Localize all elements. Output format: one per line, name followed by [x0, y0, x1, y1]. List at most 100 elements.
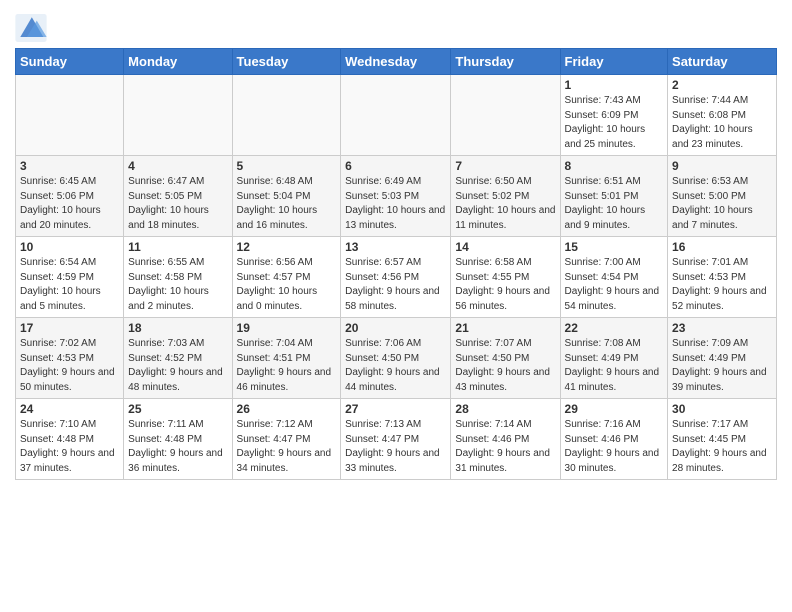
day-info: Sunrise: 6:49 AM Sunset: 5:03 PM Dayligh… [345, 175, 446, 233]
calendar-cell: 16Sunrise: 7:01 AM Sunset: 4:53 PM Dayli… [668, 237, 777, 318]
calendar-cell: 21 Sunrise: 7:07 AM Sunset: 4:50 PM Dayli… [451, 318, 560, 399]
calendar-cell: 26 Sunrise: 7:12 AM Sunset: 4:47 PM Dayli… [232, 399, 341, 480]
day-number: 19 [237, 321, 337, 335]
day-number: 9 [672, 159, 772, 173]
calendar-cell: 24Sunrise: 7:10 AM Sunset: 4:48 PM Dayli… [16, 399, 124, 480]
calendar-cell: 29 Sunrise: 7:16 AM Sunset: 4:46 PM Dayli… [560, 399, 668, 480]
day-number: 27 [345, 402, 446, 416]
day-number: 23 [672, 321, 772, 335]
calendar-week-row: 1 Sunrise: 7:43 AM Sunset: 6:09 PM Daylig… [16, 75, 777, 156]
weekday-header: Tuesday [232, 49, 341, 75]
weekday-header: Friday [560, 49, 668, 75]
day-info: Sunrise: 7:17 AM Sunset: 4:45 PM Dayligh… [672, 418, 772, 476]
day-number: 14 [455, 240, 555, 254]
day-info: Sunrise: 6:56 AM Sunset: 4:57 PM Dayligh… [237, 256, 337, 314]
day-number: 22 [565, 321, 664, 335]
calendar-cell: 28Sunrise: 7:14 AM Sunset: 4:46 PM Dayli… [451, 399, 560, 480]
calendar-cell [232, 75, 341, 156]
day-info: Sunrise: 7:12 AM Sunset: 4:47 PM Dayligh… [237, 418, 337, 476]
calendar-cell: 30 Sunrise: 7:17 AM Sunset: 4:45 PM Dayli… [668, 399, 777, 480]
day-info: Sunrise: 7:04 AM Sunset: 4:51 PM Dayligh… [237, 337, 337, 395]
calendar-week-row: 17 Sunrise: 7:02 AM Sunset: 4:53 PM Dayli… [16, 318, 777, 399]
day-number: 29 [565, 402, 664, 416]
calendar-cell: 2 Sunrise: 7:44 AM Sunset: 6:08 PM Daylig… [668, 75, 777, 156]
day-number: 18 [128, 321, 227, 335]
day-number: 12 [237, 240, 337, 254]
day-number: 10 [20, 240, 119, 254]
day-info: Sunrise: 7:11 AM Sunset: 4:48 PM Dayligh… [128, 418, 227, 476]
calendar-cell: 12 Sunrise: 6:56 AM Sunset: 4:57 PM Dayli… [232, 237, 341, 318]
calendar-cell: 25 Sunrise: 7:11 AM Sunset: 4:48 PM Dayli… [124, 399, 232, 480]
day-info: Sunrise: 7:43 AM Sunset: 6:09 PM Dayligh… [565, 94, 664, 152]
calendar-header-row: SundayMondayTuesdayWednesdayThursdayFrid… [16, 49, 777, 75]
day-number: 24 [20, 402, 119, 416]
day-number: 26 [237, 402, 337, 416]
day-info: Sunrise: 7:00 AM Sunset: 4:54 PM Dayligh… [565, 256, 664, 314]
calendar-cell: 23 Sunrise: 7:09 AM Sunset: 4:49 PM Dayli… [668, 318, 777, 399]
day-info: Sunrise: 6:48 AM Sunset: 5:04 PM Dayligh… [237, 175, 337, 233]
weekday-header: Wednesday [341, 49, 451, 75]
calendar-cell: 10 Sunrise: 6:54 AM Sunset: 4:59 PM Dayli… [16, 237, 124, 318]
day-number: 20 [345, 321, 446, 335]
calendar-cell: 4 Sunrise: 6:47 AM Sunset: 5:05 PM Daylig… [124, 156, 232, 237]
calendar-cell: 13Sunrise: 6:57 AM Sunset: 4:56 PM Dayli… [341, 237, 451, 318]
day-info: Sunrise: 6:57 AM Sunset: 4:56 PM Dayligh… [345, 256, 446, 314]
calendar-week-row: 10 Sunrise: 6:54 AM Sunset: 4:59 PM Dayli… [16, 237, 777, 318]
day-info: Sunrise: 6:47 AM Sunset: 5:05 PM Dayligh… [128, 175, 227, 233]
calendar-cell: 19 Sunrise: 7:04 AM Sunset: 4:51 PM Dayli… [232, 318, 341, 399]
day-number: 15 [565, 240, 664, 254]
calendar-cell: 1 Sunrise: 7:43 AM Sunset: 6:09 PM Daylig… [560, 75, 668, 156]
day-info: Sunrise: 7:09 AM Sunset: 4:49 PM Dayligh… [672, 337, 772, 395]
day-info: Sunrise: 7:16 AM Sunset: 4:46 PM Dayligh… [565, 418, 664, 476]
calendar-cell: 15 Sunrise: 7:00 AM Sunset: 4:54 PM Dayli… [560, 237, 668, 318]
calendar: SundayMondayTuesdayWednesdayThursdayFrid… [15, 48, 777, 480]
calendar-cell: 20Sunrise: 7:06 AM Sunset: 4:50 PM Dayli… [341, 318, 451, 399]
day-number: 2 [672, 78, 772, 92]
header [15, 10, 777, 42]
day-number: 25 [128, 402, 227, 416]
logo [15, 14, 49, 42]
calendar-cell: 3Sunrise: 6:45 AM Sunset: 5:06 PM Daylig… [16, 156, 124, 237]
day-number: 21 [455, 321, 555, 335]
day-number: 1 [565, 78, 664, 92]
weekday-header: Thursday [451, 49, 560, 75]
calendar-cell [451, 75, 560, 156]
calendar-cell: 22 Sunrise: 7:08 AM Sunset: 4:49 PM Dayli… [560, 318, 668, 399]
calendar-cell: 7Sunrise: 6:50 AM Sunset: 5:02 PM Daylig… [451, 156, 560, 237]
calendar-cell [16, 75, 124, 156]
day-number: 5 [237, 159, 337, 173]
calendar-cell: 27 Sunrise: 7:13 AM Sunset: 4:47 PM Dayli… [341, 399, 451, 480]
day-info: Sunrise: 6:53 AM Sunset: 5:00 PM Dayligh… [672, 175, 772, 233]
day-info: Sunrise: 6:55 AM Sunset: 4:58 PM Dayligh… [128, 256, 227, 314]
calendar-week-row: 3Sunrise: 6:45 AM Sunset: 5:06 PM Daylig… [16, 156, 777, 237]
weekday-header: Monday [124, 49, 232, 75]
day-info: Sunrise: 6:54 AM Sunset: 4:59 PM Dayligh… [20, 256, 119, 314]
day-number: 3 [20, 159, 119, 173]
day-info: Sunrise: 7:08 AM Sunset: 4:49 PM Dayligh… [565, 337, 664, 395]
day-info: Sunrise: 7:13 AM Sunset: 4:47 PM Dayligh… [345, 418, 446, 476]
day-number: 17 [20, 321, 119, 335]
calendar-cell: 5 Sunrise: 6:48 AM Sunset: 5:04 PM Daylig… [232, 156, 341, 237]
weekday-header: Sunday [16, 49, 124, 75]
day-number: 30 [672, 402, 772, 416]
day-info: Sunrise: 7:44 AM Sunset: 6:08 PM Dayligh… [672, 94, 772, 152]
calendar-cell [341, 75, 451, 156]
weekday-header: Saturday [668, 49, 777, 75]
day-info: Sunrise: 6:51 AM Sunset: 5:01 PM Dayligh… [565, 175, 664, 233]
day-number: 6 [345, 159, 446, 173]
day-info: Sunrise: 6:58 AM Sunset: 4:55 PM Dayligh… [455, 256, 555, 314]
calendar-cell [124, 75, 232, 156]
day-number: 8 [565, 159, 664, 173]
day-info: Sunrise: 7:14 AM Sunset: 4:46 PM Dayligh… [455, 418, 555, 476]
calendar-cell: 8 Sunrise: 6:51 AM Sunset: 5:01 PM Daylig… [560, 156, 668, 237]
day-info: Sunrise: 7:01 AM Sunset: 4:53 PM Dayligh… [672, 256, 772, 314]
day-number: 7 [455, 159, 555, 173]
day-number: 11 [128, 240, 227, 254]
day-info: Sunrise: 7:02 AM Sunset: 4:53 PM Dayligh… [20, 337, 119, 395]
calendar-cell: 9 Sunrise: 6:53 AM Sunset: 5:00 PM Daylig… [668, 156, 777, 237]
day-number: 4 [128, 159, 227, 173]
logo-icon [15, 14, 47, 42]
day-info: Sunrise: 7:03 AM Sunset: 4:52 PM Dayligh… [128, 337, 227, 395]
day-info: Sunrise: 7:07 AM Sunset: 4:50 PM Dayligh… [455, 337, 555, 395]
calendar-cell: 18 Sunrise: 7:03 AM Sunset: 4:52 PM Dayli… [124, 318, 232, 399]
